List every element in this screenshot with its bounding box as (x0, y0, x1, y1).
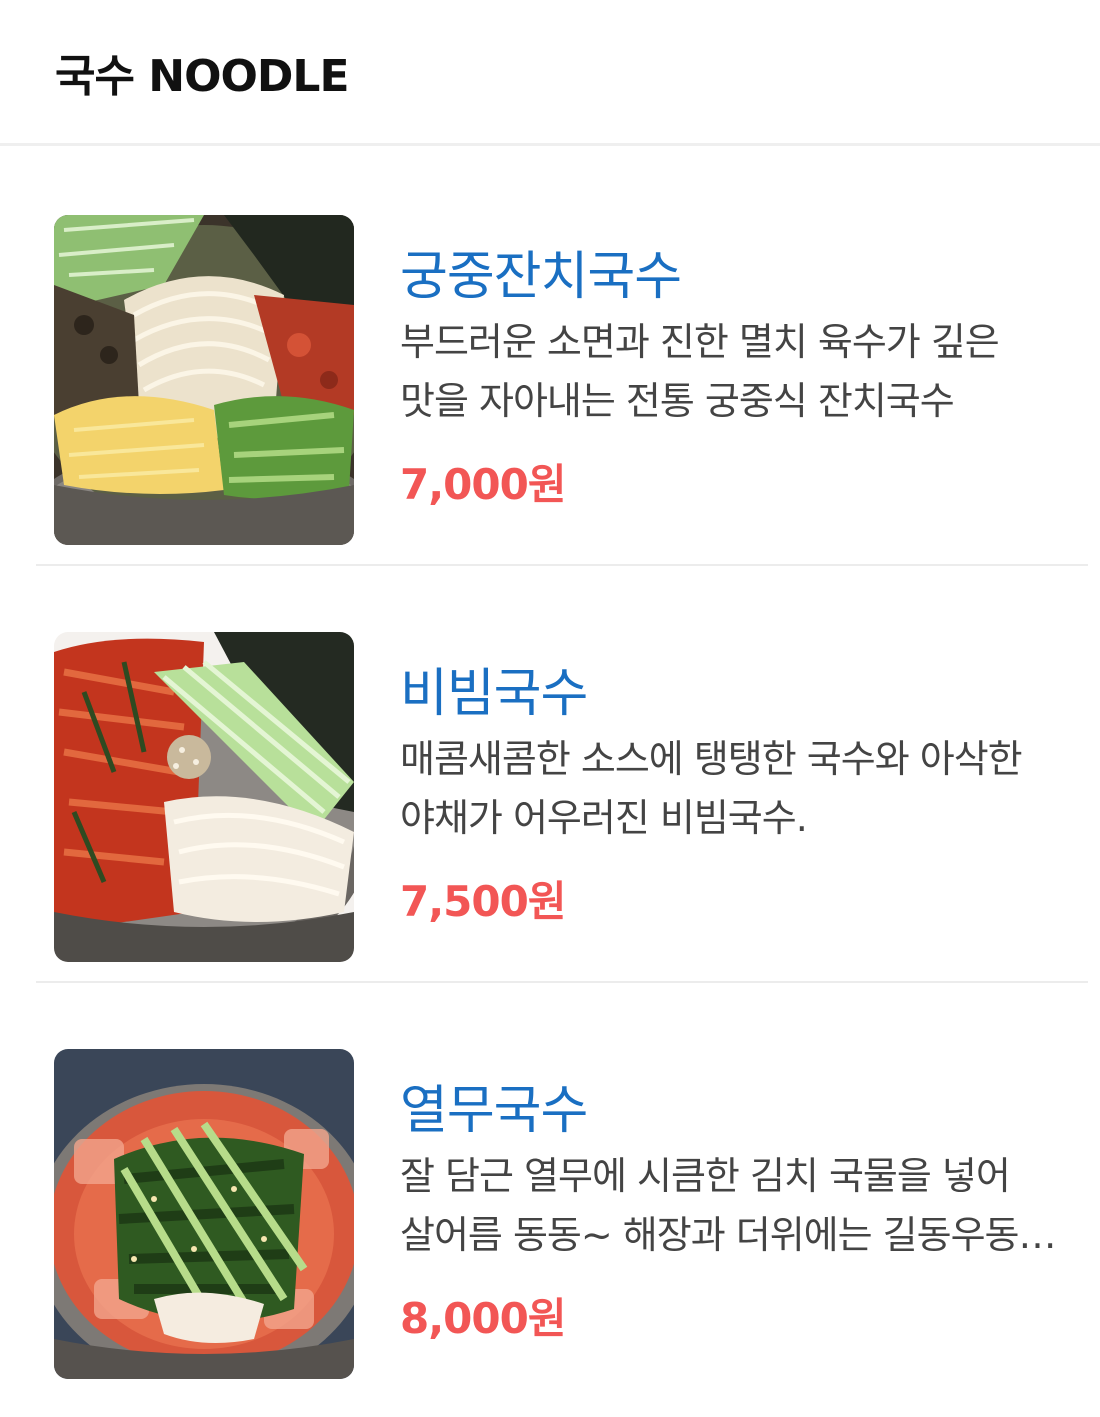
yeolmu-guksu-photo[interactable] (54, 1049, 354, 1379)
menu-item[interactable]: 궁중잔치국수 부드러운 소면과 진한 멸치 육수가 깊은 맛을 자아내는 전통 … (0, 149, 1100, 566)
menu-item-price: 8,000원 (400, 1294, 567, 1343)
menu-item[interactable]: 비빔국수 매콤새콤한 소스에 탱탱한 국수와 아삭한 야채가 어우러진 비빔국수… (0, 566, 1100, 983)
menu-item-price: 7,500원 (400, 877, 567, 926)
page-header: 국수 NOODLE (0, 0, 1100, 146)
menu-item-description: 부드러운 소면과 진한 멸치 육수가 깊은 맛을 자아내는 전통 궁중식 잔치국… (400, 320, 1000, 423)
janchi-guksu-photo[interactable] (54, 215, 354, 545)
menu-item-name: 궁중잔치국수 (400, 247, 682, 307)
menu-list: 궁중잔치국수 부드러운 소면과 진한 멸치 육수가 깊은 맛을 자아내는 전통 … (0, 149, 1100, 1400)
menu-item[interactable]: 열무국수 잘 담근 열무에 시큼한 김치 국물을 넣어 살어름 동동~ 해장과 … (0, 983, 1100, 1400)
bibim-guksu-photo[interactable] (54, 632, 354, 962)
menu-item-name: 비빔국수 (400, 664, 588, 724)
menu-item-price: 7,000원 (400, 460, 567, 509)
menu-item-description: 잘 담근 열무에 시큼한 김치 국물을 넣어 살어름 동동~ 해장과 더위에는 … (400, 1154, 1053, 1257)
menu-item-description: 매콤새콤한 소스에 탱탱한 국수와 아삭한 야채가 어우러진 비빔국수. (400, 737, 1023, 840)
page-title: 국수 NOODLE (55, 51, 350, 102)
menu-item-name: 열무국수 (400, 1081, 588, 1141)
